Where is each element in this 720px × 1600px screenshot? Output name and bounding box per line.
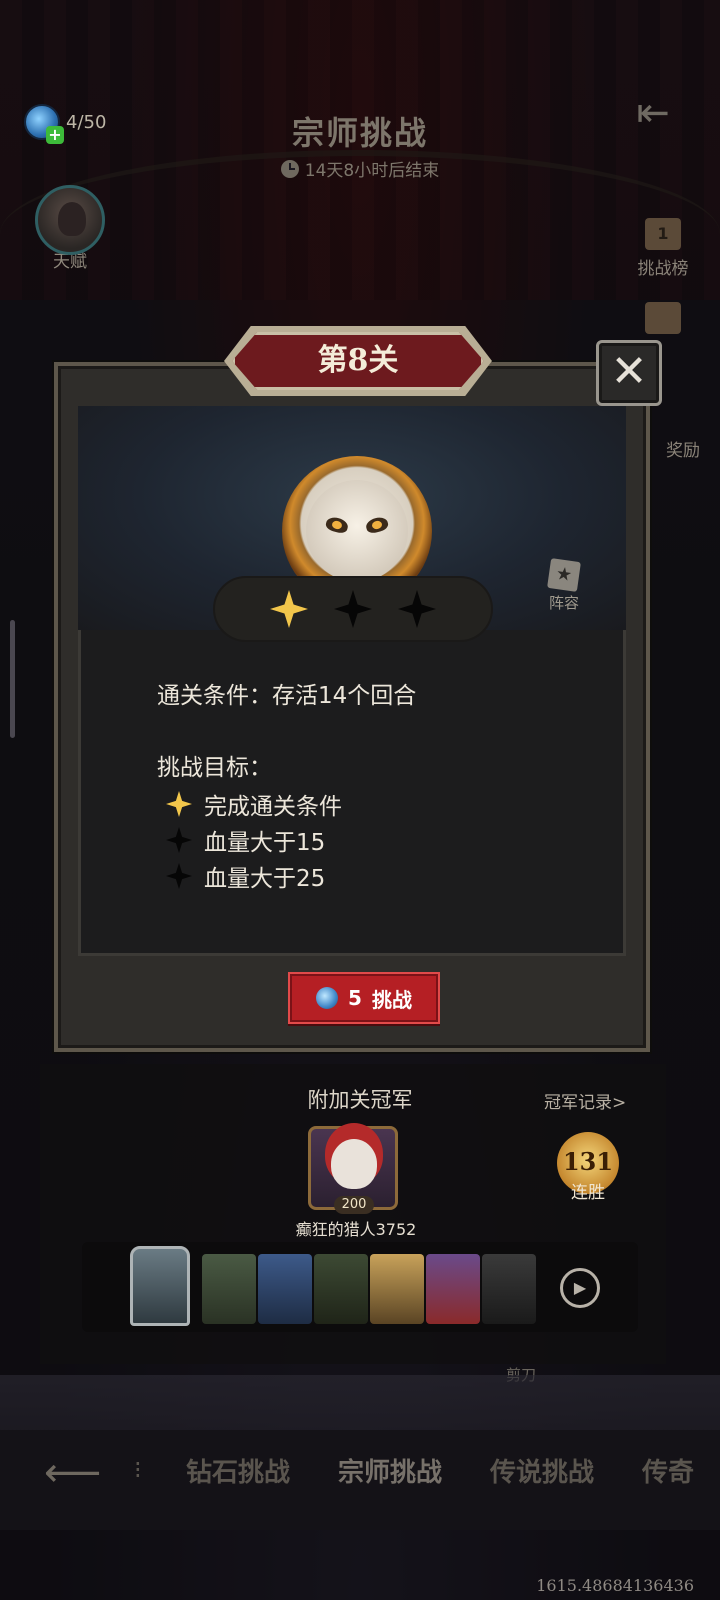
- champion-level-badge: 200: [334, 1196, 374, 1214]
- tab-grandmaster[interactable]: 宗师挑战: [338, 1452, 442, 1489]
- trophy-icon: 1: [645, 218, 681, 250]
- tab-legend[interactable]: 传说挑战: [490, 1452, 594, 1489]
- avatar: [35, 185, 105, 255]
- goal-item: 完成通关条件: [166, 786, 342, 822]
- lineup-label: 阵容: [548, 594, 579, 612]
- hero-portrait[interactable]: [370, 1254, 424, 1324]
- scrollbar[interactable]: [10, 620, 15, 738]
- star-icon-empty: [334, 590, 372, 628]
- goals-title: 挑战目标：: [157, 755, 272, 781]
- mode-header: 宗师挑战 14天8小时后结束: [0, 108, 720, 182]
- boss-portrait[interactable]: [306, 480, 408, 582]
- goal-item: 血量大于15: [166, 822, 342, 858]
- goal-text: 完成通关条件: [204, 794, 342, 820]
- star-icon-earned: [166, 791, 192, 817]
- stage-banner: 第8关: [232, 332, 484, 390]
- goal-text: 血量大于15: [204, 830, 326, 856]
- nav-separator: ⁝: [134, 1456, 142, 1484]
- goal-list: 完成通关条件 血量大于15 血量大于25: [166, 786, 342, 894]
- goal-text: 血量大于25: [204, 866, 326, 892]
- stack-icon: [645, 302, 681, 334]
- play-icon: ▶: [573, 1278, 587, 1297]
- hero-portrait[interactable]: [258, 1254, 312, 1324]
- hero-portrait[interactable]: [202, 1254, 256, 1324]
- star-icon-empty: [398, 590, 436, 628]
- debug-number: 1615.48684136436: [536, 1576, 694, 1595]
- star-icon-earned: [270, 590, 308, 628]
- clear-condition: 通关条件：存活14个回合: [157, 683, 417, 709]
- page-title: 宗师挑战: [291, 114, 428, 152]
- win-streak-label: 连胜: [571, 1183, 605, 1203]
- countdown: 14天8小时后结束: [280, 156, 440, 181]
- challenge-label: 挑战: [371, 987, 412, 1012]
- back-arrow-icon[interactable]: ⟵: [44, 1448, 101, 1498]
- stage-title: 第8关: [317, 343, 399, 378]
- talent-button[interactable]: 天赋: [30, 185, 110, 272]
- potion-icon: [316, 987, 339, 1009]
- champion-face: [331, 1139, 377, 1189]
- tab-mythic[interactable]: 传奇: [642, 1452, 720, 1489]
- champion-name: 癫狂的猎人3752: [295, 1220, 417, 1239]
- countdown-text: 14天8小时后结束: [304, 161, 440, 181]
- lineup-button[interactable]: ★ 阵容: [540, 558, 588, 613]
- champion-record-link[interactable]: 冠军记录>: [544, 1088, 626, 1113]
- leaderboard-button[interactable]: 1 挑战榜: [618, 218, 708, 279]
- boss-eye-right: [364, 515, 390, 535]
- star-icon-empty: [166, 827, 192, 853]
- challenge-cost: 5: [348, 986, 362, 1010]
- hero-portrait-lead[interactable]: [130, 1246, 190, 1326]
- exit-button[interactable]: ⇤: [630, 90, 676, 136]
- tab-diamond[interactable]: 钻石挑战: [186, 1452, 290, 1489]
- hero-portrait[interactable]: [426, 1254, 480, 1324]
- replay-button[interactable]: ▶: [560, 1268, 600, 1308]
- hero-portrait[interactable]: [482, 1254, 536, 1324]
- leaderboard-label: 挑战榜: [637, 259, 689, 279]
- star-icon-empty: [166, 863, 192, 889]
- goal-item: 血量大于25: [166, 858, 342, 894]
- hero-portrait[interactable]: [314, 1254, 368, 1324]
- challenge-button[interactable]: 5 挑战: [288, 972, 440, 1024]
- clock-icon: [280, 159, 299, 178]
- boss-eye-left: [324, 515, 350, 535]
- close-button[interactable]: ✕: [596, 340, 662, 406]
- star-rating: [213, 576, 493, 642]
- close-icon: ✕: [610, 346, 648, 397]
- book-icon: ★: [547, 558, 581, 592]
